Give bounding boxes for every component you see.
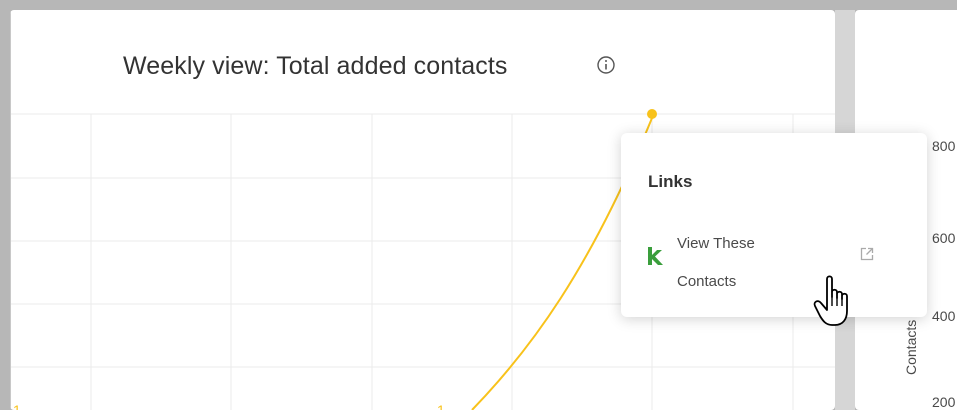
hand-pointer-cursor — [813, 275, 848, 326]
links-tooltip: Links View These Contacts — [621, 133, 927, 317]
info-icon[interactable] — [596, 55, 616, 75]
y-axis-label: Contacts — [903, 319, 919, 375]
chart-title: Weekly view: Total added contacts — [123, 52, 508, 80]
x-tick-label: 1 — [13, 402, 21, 410]
view-contacts-link[interactable]: View These Contacts — [677, 225, 807, 301]
y-tick-label: 200 — [932, 394, 956, 410]
external-link-icon[interactable] — [859, 246, 875, 262]
k-logo-icon[interactable] — [645, 245, 665, 267]
data-point[interactable] — [647, 109, 657, 119]
x-tick-label: 1 — [437, 402, 445, 410]
tooltip-title: Links — [648, 172, 693, 191]
y-tick-label: 600 — [932, 230, 956, 246]
y-tick-label: 800 — [932, 138, 956, 154]
y-tick-label: 400 — [932, 308, 956, 324]
